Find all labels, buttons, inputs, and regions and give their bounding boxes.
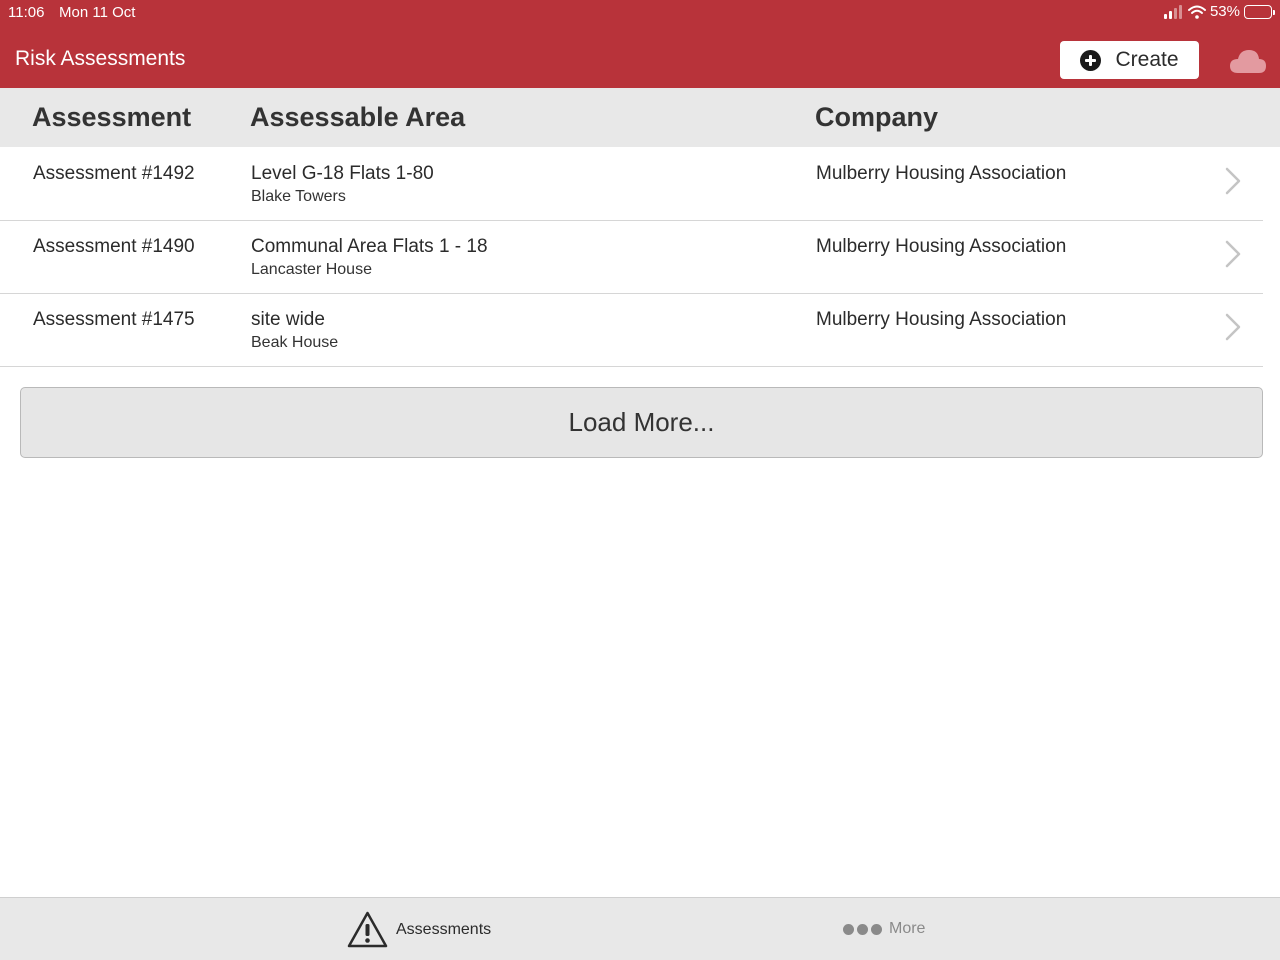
chevron-right-icon bbox=[1225, 313, 1241, 341]
table-header: Assessment Assessable Area Company bbox=[0, 88, 1280, 147]
table-row[interactable]: Assessment #1490 Communal Area Flats 1 -… bbox=[0, 221, 1263, 294]
warning-icon bbox=[347, 911, 388, 948]
top-bar: 11:06 Mon 11 Oct 53% Risk Assessments Cr… bbox=[0, 0, 1280, 88]
column-header-assessment: Assessment bbox=[32, 102, 192, 132]
status-bar: 11:06 Mon 11 Oct 53% bbox=[0, 0, 1280, 26]
battery-percent: 53% bbox=[1209, 3, 1240, 20]
page-title: Risk Assessments bbox=[15, 47, 186, 70]
chevron-right-icon bbox=[1225, 240, 1241, 268]
table-row[interactable]: Assessment #1492 Level G-18 Flats 1-80 B… bbox=[0, 148, 1263, 221]
building-name: Beak House bbox=[251, 334, 339, 351]
load-more-button[interactable]: Load More... bbox=[20, 387, 1263, 458]
tab-assessments-label: Assessments bbox=[396, 920, 492, 938]
wifi-icon bbox=[1187, 5, 1206, 19]
company-name: Mulberry Housing Association bbox=[816, 309, 1067, 330]
building-name: Blake Towers bbox=[251, 188, 346, 205]
company-name: Mulberry Housing Association bbox=[816, 163, 1067, 184]
tab-assessments[interactable]: Assessments bbox=[347, 911, 491, 948]
table-row[interactable]: Assessment #1475 site wide Beak House Mu… bbox=[0, 294, 1263, 367]
ellipsis-icon bbox=[843, 923, 882, 935]
create-button-label: Create bbox=[1115, 48, 1179, 71]
company-name: Mulberry Housing Association bbox=[816, 236, 1067, 257]
status-time: 11:06 bbox=[8, 4, 45, 21]
tab-more-label: More bbox=[889, 920, 926, 937]
column-header-company: Company bbox=[815, 102, 939, 132]
cellular-signal-icon bbox=[1163, 4, 1182, 19]
tab-bar: Assessments More bbox=[0, 897, 1280, 960]
assessment-id: Assessment #1490 bbox=[33, 236, 195, 257]
building-name: Lancaster House bbox=[251, 261, 372, 278]
battery-icon bbox=[1244, 4, 1275, 19]
chevron-right-icon bbox=[1225, 167, 1241, 195]
column-header-area: Assessable Area bbox=[250, 102, 466, 132]
assessable-area: Level G-18 Flats 1-80 bbox=[251, 163, 434, 184]
status-date: Mon 11 Oct bbox=[59, 4, 136, 21]
plus-circle-icon bbox=[1080, 49, 1102, 71]
assessable-area: site wide bbox=[251, 309, 325, 330]
tab-more[interactable]: More bbox=[843, 920, 925, 938]
status-indicators: 53% bbox=[1163, 3, 1275, 20]
assessment-id: Assessment #1475 bbox=[33, 309, 195, 330]
assessment-id: Assessment #1492 bbox=[33, 163, 195, 184]
create-button[interactable]: Create bbox=[1060, 41, 1199, 79]
assessable-area: Communal Area Flats 1 - 18 bbox=[251, 236, 488, 257]
cloud-icon[interactable] bbox=[1229, 47, 1267, 75]
